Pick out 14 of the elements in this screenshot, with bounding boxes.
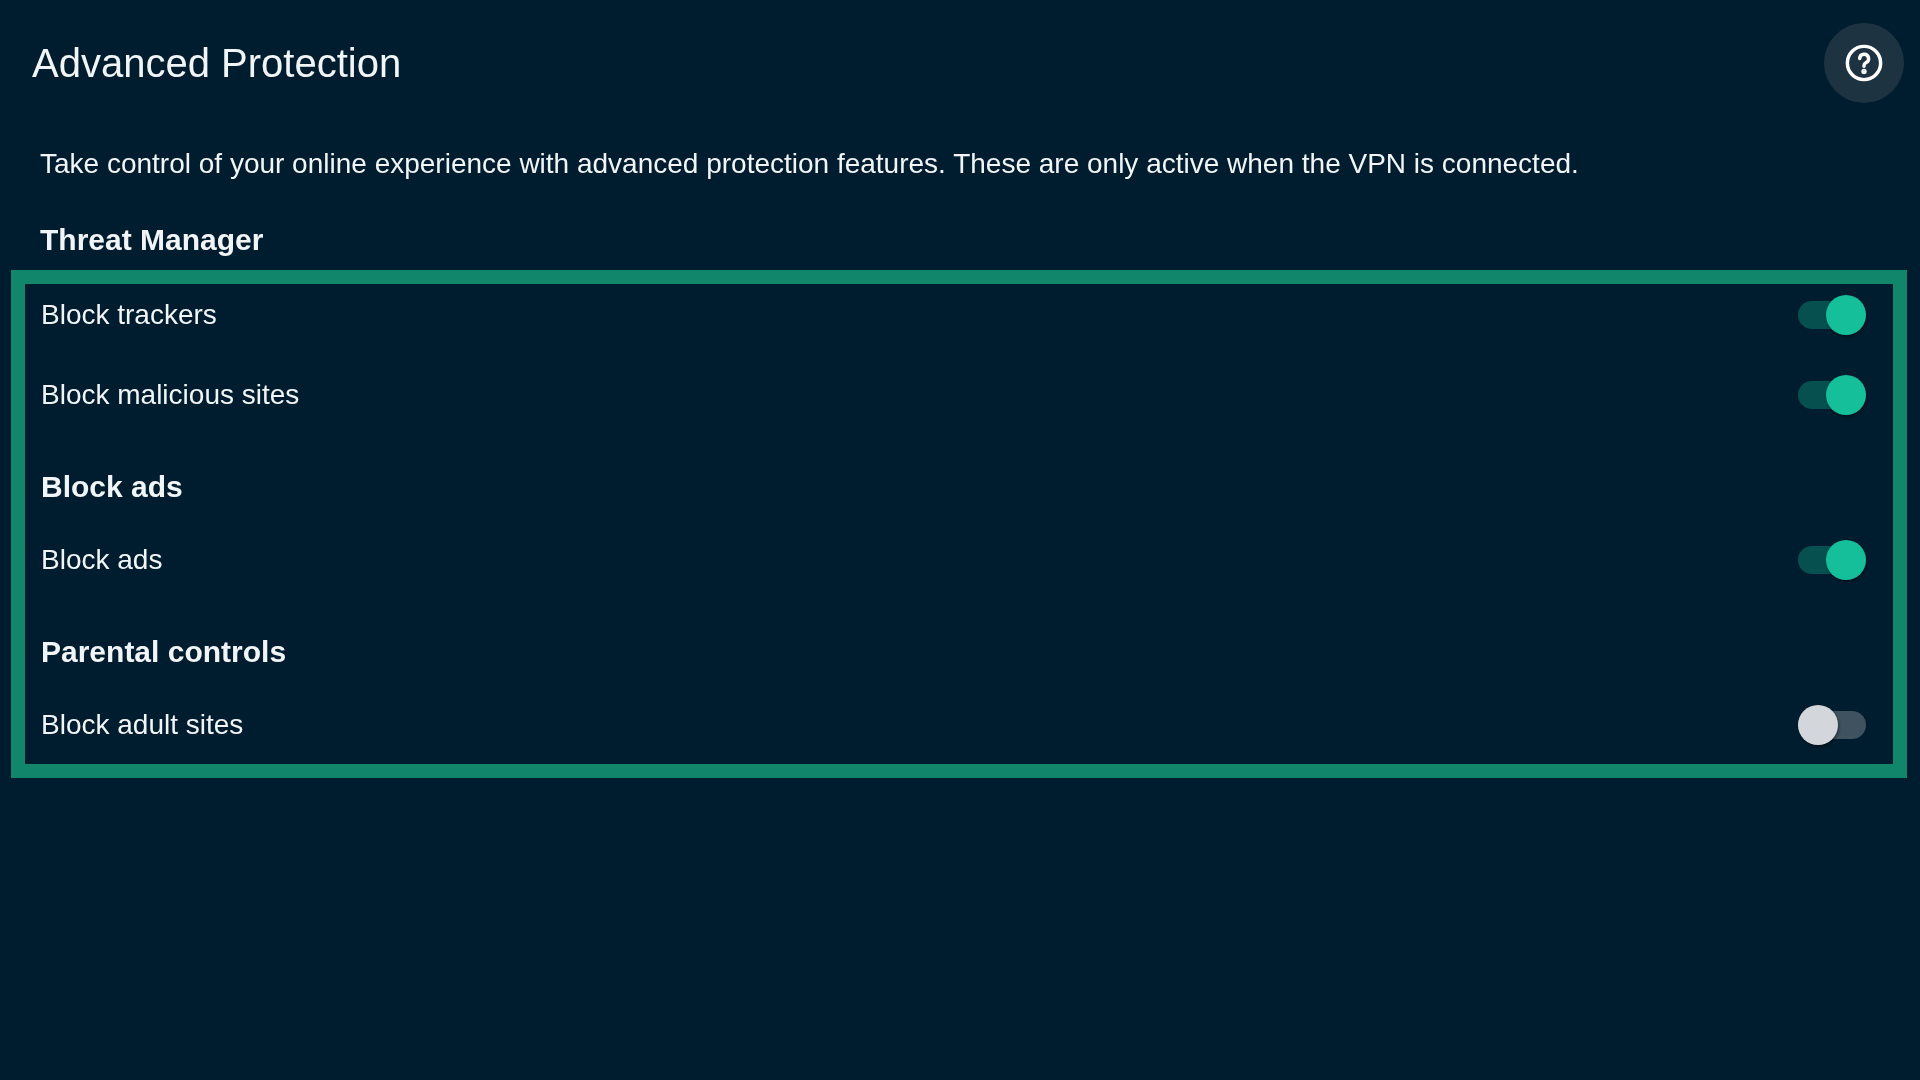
toggle-switch[interactable] <box>1798 375 1866 415</box>
toggle-switch[interactable] <box>1798 540 1866 580</box>
setting-label: Block ads <box>41 543 163 577</box>
setting-label: Block malicious sites <box>41 378 300 412</box>
group-heading: Block ads <box>41 469 183 505</box>
toggle-switch[interactable] <box>1798 705 1866 745</box>
group-heading: Parental controls <box>41 634 287 670</box>
toggle-switch[interactable] <box>1798 295 1866 335</box>
description-text: Take control of your online experience with advanced protection features. These are only active when the VPN is connected. <box>40 147 1579 181</box>
help-icon <box>1845 44 1883 82</box>
setting-label: Block trackers <box>41 298 217 332</box>
setting-label: Block adult sites <box>41 708 244 742</box>
section-heading: Threat Manager <box>40 222 264 258</box>
page-title: Advanced Protection <box>32 40 402 87</box>
